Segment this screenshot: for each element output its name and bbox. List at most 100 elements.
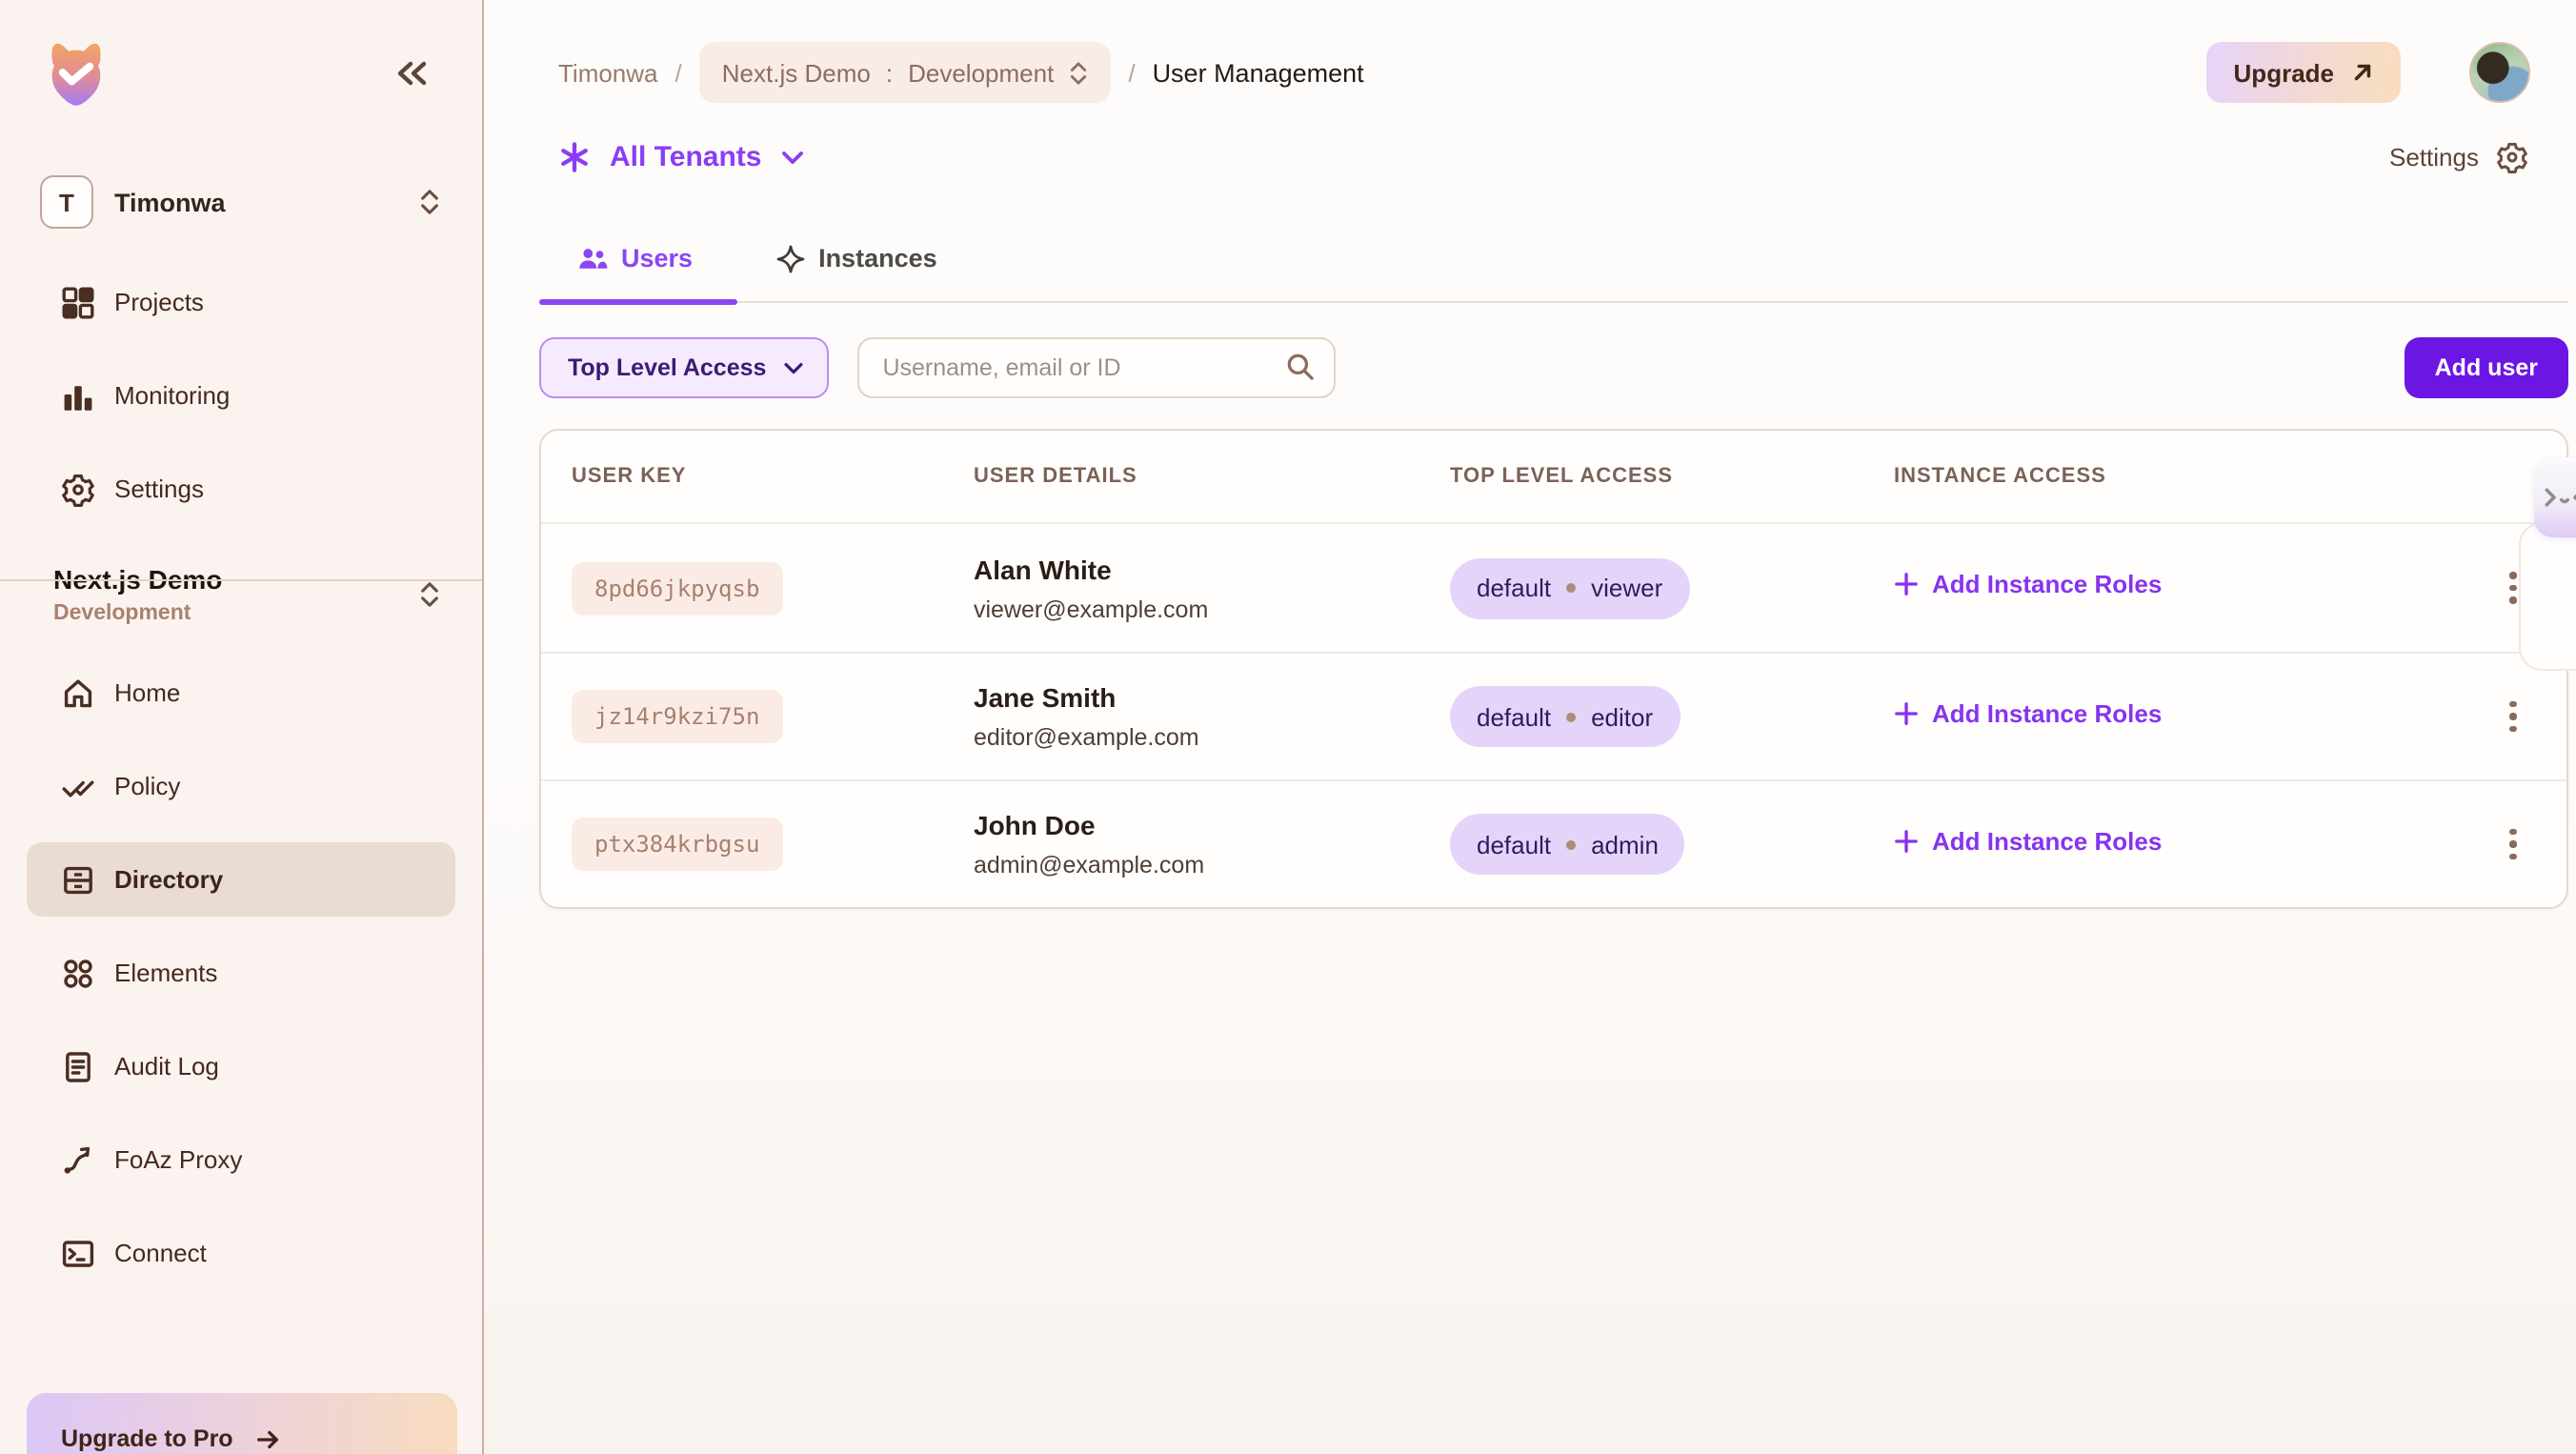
- workspace-name: Timonwa: [114, 188, 398, 216]
- sidebar-item-label: Elements: [114, 959, 217, 987]
- sidebar-item-audit-log[interactable]: Audit Log: [27, 1029, 455, 1103]
- chevron-updown-icon: [1069, 60, 1088, 85]
- project-selector[interactable]: Next.js Demo Development: [53, 564, 440, 625]
- table-row: 8pd66jkpyqsb Alan White viewer@example.c…: [541, 524, 2566, 652]
- access-badge: default admin: [1450, 814, 1685, 875]
- sidebar-item-settings[interactable]: Settings: [27, 452, 455, 526]
- app-window: T Timonwa Projects Monitoring: [0, 0, 2576, 1454]
- sidebar-item-connect[interactable]: Connect: [27, 1216, 455, 1290]
- tab-users[interactable]: Users: [539, 215, 736, 301]
- user-key-chip: 8pd66jkpyqsb: [572, 561, 782, 615]
- sidebar-collapse-button[interactable]: [394, 55, 436, 90]
- user-name: Alan White: [974, 554, 1450, 584]
- tab-bar: Users Instances: [539, 215, 2568, 303]
- column-header-user-key: USER KEY: [572, 465, 974, 488]
- project-environment: Development: [53, 602, 419, 625]
- settings-label: Settings: [2389, 143, 2479, 172]
- add-user-button[interactable]: Add user: [2405, 337, 2568, 398]
- breadcrumb-page: User Management: [1153, 58, 1364, 87]
- user-key-chip: jz14r9kzi75n: [572, 690, 782, 743]
- table-header-row: USER KEY USER DETAILS TOP LEVEL ACCESS I…: [541, 431, 2566, 524]
- sidebar-item-policy[interactable]: Policy: [27, 749, 455, 823]
- main-area: Timonwa / Next.js Demo : Development / U…: [484, 0, 2576, 1454]
- access-filter-dropdown[interactable]: Top Level Access: [539, 337, 829, 398]
- gear-icon: [61, 472, 95, 506]
- dot-separator: [1566, 712, 1576, 721]
- home-icon: [61, 676, 95, 710]
- users-icon: [577, 245, 608, 272]
- sidebar-divider: [0, 579, 482, 581]
- row-menu-button[interactable]: [2490, 694, 2536, 739]
- users-table: USER KEY USER DETAILS TOP LEVEL ACCESS I…: [539, 429, 2568, 909]
- user-email: editor@example.com: [974, 724, 1450, 751]
- document-icon: [61, 1049, 95, 1083]
- chevron-updown-icon: [419, 189, 440, 215]
- add-instance-roles-label: Add Instance Roles: [1932, 826, 2162, 855]
- badge-role: editor: [1591, 702, 1653, 731]
- dot-separator: [1566, 839, 1576, 849]
- sidebar-item-monitoring[interactable]: Monitoring: [27, 358, 455, 433]
- circles-grid-icon: [61, 956, 95, 990]
- column-header-user-details: USER DETAILS: [974, 465, 1450, 488]
- sidebar-top-nav: Projects Monitoring Settings: [27, 265, 455, 526]
- fox-logo-icon: [40, 34, 112, 111]
- user-email: viewer@example.com: [974, 596, 1450, 622]
- tab-label: Instances: [818, 244, 937, 273]
- arrow-up-right-icon: [2351, 61, 2374, 84]
- plus-icon: [1894, 828, 1919, 853]
- arrow-right-icon: [256, 1427, 281, 1452]
- add-instance-roles-link[interactable]: Add Instance Roles: [1894, 826, 2162, 855]
- search-input[interactable]: [857, 337, 1336, 398]
- breadcrumb-project: Next.js Demo: [722, 58, 871, 87]
- feedback-widget-handle[interactable]: [2534, 457, 2576, 537]
- user-email: admin@example.com: [974, 852, 1450, 878]
- add-instance-roles-label: Add Instance Roles: [1932, 698, 2162, 727]
- cabinet-icon: [61, 862, 95, 897]
- workspace-selector[interactable]: T Timonwa: [27, 164, 455, 240]
- tenant-selector[interactable]: All Tenants: [558, 141, 803, 173]
- user-name: Jane Smith: [974, 682, 1450, 713]
- breadcrumb: Timonwa / Next.js Demo : Development / U…: [558, 42, 1364, 103]
- user-avatar[interactable]: [2469, 42, 2530, 103]
- badge-tenant: default: [1477, 574, 1551, 602]
- sidebar-item-foaz-proxy[interactable]: FoAz Proxy: [27, 1122, 455, 1197]
- sidebar-item-elements[interactable]: Elements: [27, 936, 455, 1010]
- badge-tenant: default: [1477, 830, 1551, 858]
- upgrade-button[interactable]: Upgrade: [2207, 42, 2401, 103]
- upgrade-to-pro-label: Upgrade to Pro: [61, 1425, 233, 1452]
- row-menu-button[interactable]: [2490, 821, 2536, 867]
- add-instance-roles-link[interactable]: Add Instance Roles: [1894, 698, 2162, 727]
- sidebar-item-label: Monitoring: [114, 381, 230, 410]
- sidebar: T Timonwa Projects Monitoring: [0, 0, 484, 1454]
- search-icon: [1284, 351, 1317, 383]
- side-widget-panel: [2519, 522, 2576, 671]
- chevron-down-icon: [780, 150, 803, 165]
- add-instance-roles-link[interactable]: Add Instance Roles: [1894, 570, 2162, 598]
- sidebar-item-label: Audit Log: [114, 1052, 219, 1080]
- breadcrumb-separator: /: [675, 58, 682, 87]
- route-arrow-icon: [61, 1142, 95, 1177]
- sidebar-item-label: Projects: [114, 288, 204, 316]
- breadcrumb-separator: /: [1128, 58, 1135, 87]
- sidebar-item-directory[interactable]: Directory: [27, 842, 455, 917]
- badge-tenant: default: [1477, 702, 1551, 731]
- sidebar-item-label: Connect: [114, 1239, 207, 1267]
- tenant-selector-label: All Tenants: [610, 141, 761, 173]
- badge-role: admin: [1591, 830, 1659, 858]
- tab-instances[interactable]: Instances: [736, 215, 981, 301]
- breadcrumb-project-env-selector[interactable]: Next.js Demo : Development: [699, 42, 1112, 103]
- sidebar-item-home[interactable]: Home: [27, 656, 455, 730]
- workspace-initial: T: [40, 175, 93, 229]
- settings-button[interactable]: Settings: [2389, 141, 2528, 173]
- column-header-top-level-access: TOP LEVEL ACCESS: [1450, 465, 1894, 488]
- gear-icon: [2496, 141, 2528, 173]
- breadcrumb-workspace-link[interactable]: Timonwa: [558, 58, 658, 87]
- asterisk-icon: [558, 141, 591, 173]
- table-row: ptx384krbgsu John Doe admin@example.com …: [541, 779, 2566, 907]
- upgrade-to-pro-button[interactable]: Upgrade to Pro: [27, 1393, 457, 1454]
- access-badge: default viewer: [1450, 557, 1689, 618]
- sidebar-item-label: Settings: [114, 475, 204, 503]
- tab-label: Users: [621, 244, 693, 273]
- chevron-down-icon: [783, 361, 804, 374]
- sidebar-item-projects[interactable]: Projects: [27, 265, 455, 339]
